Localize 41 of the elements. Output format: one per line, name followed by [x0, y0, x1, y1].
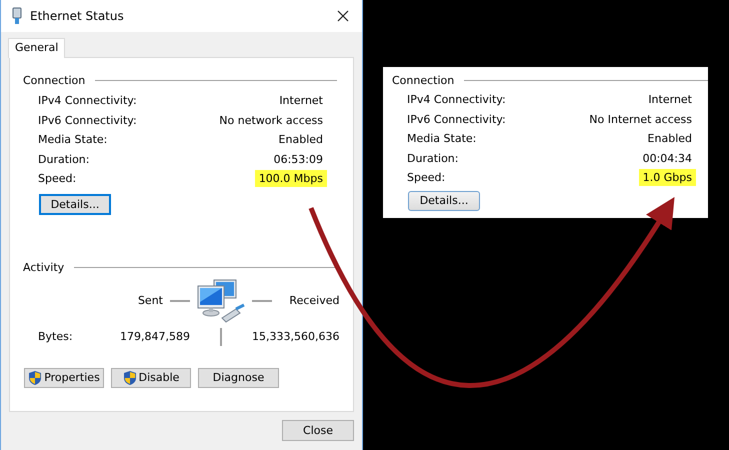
sent-bytes: 179,847,589 [120, 330, 190, 343]
field-label: Speed: [407, 171, 446, 184]
field-label: IPv4 Connectivity: [38, 94, 137, 108]
field-value: 00:04:34 [642, 150, 693, 167]
field-label: Duration: [407, 152, 458, 165]
close-button[interactable]: Close [282, 420, 354, 441]
field-value: 06:53:09 [272, 152, 324, 168]
field-label: Media State: [407, 132, 476, 146]
ethernet-icon [12, 7, 22, 25]
sent-label: Sent [138, 294, 163, 307]
field-label: Duration: [38, 152, 90, 166]
field-label: Speed: [38, 172, 76, 186]
field-label: IPv6 Connectivity: [407, 112, 506, 126]
window-title: Ethernet Status [30, 9, 125, 23]
field-value: No Internet access [588, 112, 693, 128]
details-button[interactable]: Details... [39, 194, 111, 214]
field-value: Enabled [646, 131, 693, 148]
received-bytes: 15,333,560,636 [252, 330, 340, 343]
close-icon[interactable] [337, 10, 349, 22]
received-label: Received [289, 294, 340, 307]
bytes-label: Bytes: [38, 330, 74, 343]
field-label: IPv4 Connectivity: [407, 93, 506, 106]
field-value: Enabled [278, 132, 324, 148]
field-label: IPv6 Connectivity: [38, 114, 137, 127]
highlighted-value: 1.0 Gbps [638, 169, 696, 186]
field-value: No network access [218, 112, 324, 129]
highlighted-value: 100.0 Mbps [254, 170, 327, 188]
group-heading: Activity [23, 260, 64, 274]
shield-icon [122, 370, 137, 386]
action-button[interactable]: Disable [111, 368, 191, 388]
tab[interactable]: General [8, 38, 66, 58]
field-value: Internet [278, 93, 324, 110]
field-label: Media State: [38, 133, 108, 146]
action-button[interactable]: Properties [24, 368, 104, 388]
details-button[interactable]: Details... [408, 190, 480, 210]
network-icon [196, 278, 246, 324]
group-heading: Connection [23, 74, 86, 87]
action-button[interactable]: Diagnose [198, 368, 279, 388]
field-value: Internet [647, 92, 693, 108]
shield-icon [28, 370, 42, 386]
group-heading: Connection [392, 74, 454, 87]
